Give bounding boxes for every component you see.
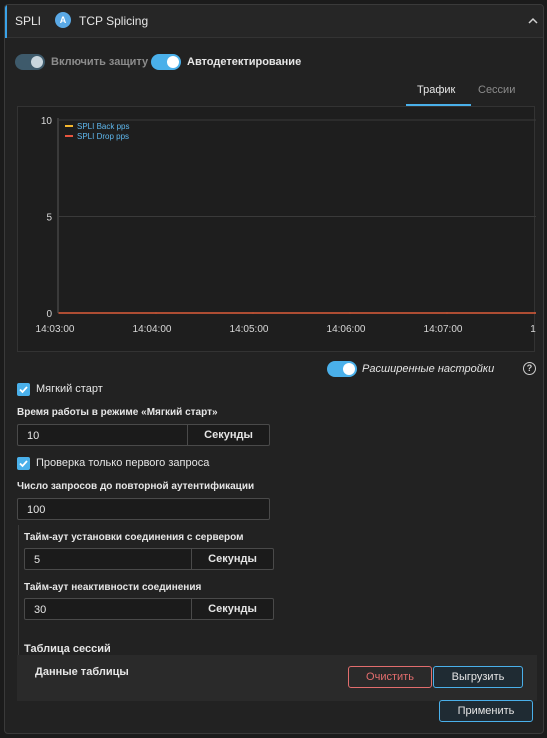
session-table-title: Таблица сессий — [24, 643, 111, 655]
apply-button[interactable]: Применить — [439, 700, 533, 722]
legend-entry: SPLI Back pps — [77, 122, 129, 131]
advanced-settings-toggle[interactable] — [327, 361, 357, 377]
first-request-checkbox[interactable] — [17, 457, 30, 470]
soft-start-checkbox[interactable] — [17, 383, 30, 396]
idle-timeout-label: Тайм-аут неактивности соединения — [24, 582, 202, 593]
checkmark-icon — [19, 386, 28, 394]
soft-start-label: Мягкий старт — [36, 383, 103, 395]
series-point — [58, 312, 60, 314]
server-timeout-field[interactable]: 5 Секунды — [24, 548, 274, 570]
idle-timeout-field[interactable]: 30 Секунды — [24, 598, 274, 620]
server-timeout-unit[interactable]: Секунды — [191, 549, 273, 569]
series-point — [252, 312, 254, 314]
idle-timeout-unit[interactable]: Секунды — [191, 599, 273, 619]
x-tick-label: 14:04:00 — [133, 324, 172, 335]
table-data-label: Данные таблицы — [35, 666, 129, 678]
y-tick-label: 0 — [46, 309, 52, 320]
toggle-knob — [31, 56, 43, 68]
tab-sessions[interactable]: Сессии — [478, 84, 515, 96]
y-tick-label: 5 — [46, 213, 52, 224]
checkmark-icon — [19, 460, 28, 468]
protection-toggle-label: Включить защиту — [51, 56, 149, 68]
mode-badge-icon: A — [55, 12, 71, 28]
x-tick-label: 14:0 — [530, 324, 536, 335]
soft-start-time-unit[interactable]: Секунды — [187, 425, 269, 445]
x-tick-label: 14:07:00 — [424, 324, 463, 335]
reauth-field[interactable]: 100 — [17, 498, 270, 520]
autodetect-toggle-label: Автодетектирование — [187, 56, 302, 68]
protection-toggle[interactable] — [15, 54, 45, 70]
chevron-up-icon[interactable] — [527, 15, 539, 27]
session-table-panel: Данные таблицы Очистить Выгрузить — [17, 655, 537, 701]
soft-start-time-label: Время работы в режиме «Мягкий старт» — [17, 407, 218, 418]
series-point — [446, 312, 448, 314]
reauth-label: Число запросов до повторной аутентификац… — [17, 481, 255, 492]
soft-start-time-field[interactable]: 10 Секунды — [17, 424, 270, 446]
y-tick-label: 10 — [41, 116, 53, 127]
tab-traffic[interactable]: Трафик — [417, 84, 455, 96]
first-request-label: Проверка только первого запроса — [36, 457, 210, 469]
x-tick-label: 14:05:00 — [230, 324, 269, 335]
traffic-chart-svg: 10 5 0 14:03:00 14:04:00 14:05:00 14:06:00 14:0… — [36, 116, 536, 335]
panel-header[interactable]: SPLI A TCP Splicing — [5, 5, 543, 38]
toggle-knob — [343, 363, 355, 375]
export-button[interactable]: Выгрузить — [433, 666, 523, 688]
tcp-splicing-panel: SPLI A TCP Splicing Включить защиту Авто… — [4, 4, 544, 734]
header-accent-bar — [5, 5, 7, 38]
server-timeout-label: Тайм-аут установки соединения с сервером — [24, 532, 244, 543]
x-tick-label: 14:06:00 — [327, 324, 366, 335]
x-tick-label: 14:03:00 — [36, 324, 75, 335]
advanced-settings-label: Расширенные настройки — [362, 363, 495, 375]
module-name: SPLI — [15, 14, 42, 28]
legend-entry: SPLI Drop pps — [77, 132, 129, 141]
clear-button[interactable]: Очистить — [348, 666, 432, 688]
series-point — [155, 312, 157, 314]
panel-title: TCP Splicing — [79, 14, 149, 28]
reauth-value: 100 — [27, 504, 46, 516]
idle-timeout-value: 30 — [34, 604, 47, 616]
help-icon[interactable]: ? — [523, 362, 536, 375]
traffic-chart: 10 5 0 14:03:00 14:04:00 14:05:00 14:06:00 14:0… — [17, 106, 536, 352]
toggle-knob — [167, 56, 179, 68]
server-timeout-value: 5 — [34, 554, 41, 566]
autodetect-toggle[interactable] — [151, 54, 181, 70]
series-point — [349, 312, 351, 314]
soft-start-time-value: 10 — [27, 430, 40, 442]
